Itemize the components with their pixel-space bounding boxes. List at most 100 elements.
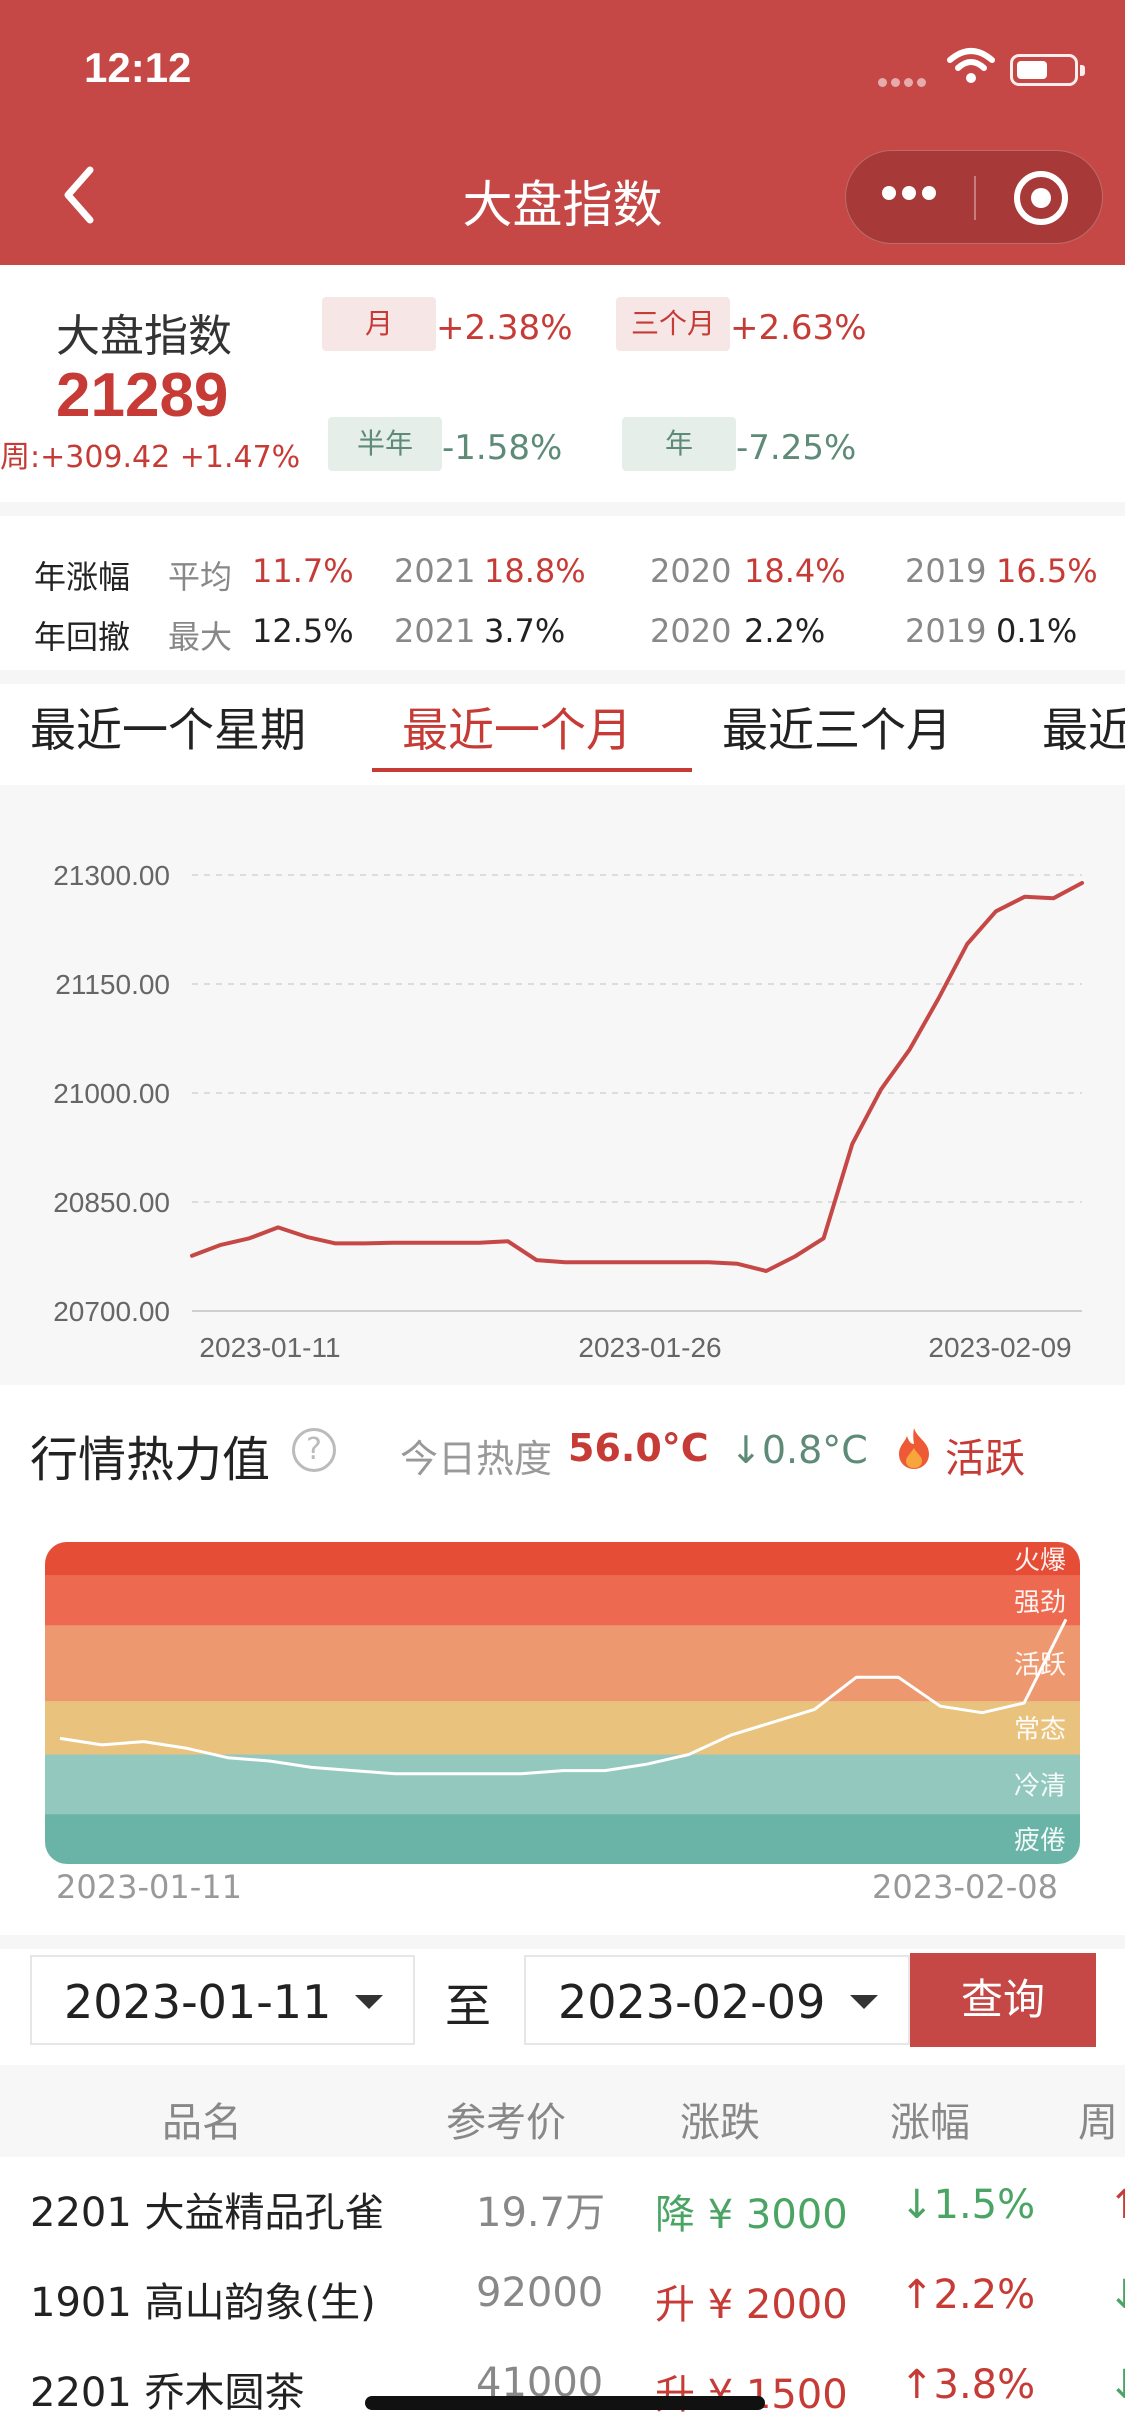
tab-three-months[interactable]: 最近三个月	[722, 694, 952, 760]
row-week: ↑	[1108, 2182, 1125, 2228]
stat-rise-key: 平均	[168, 558, 233, 596]
heat-title: 行情热力值	[30, 1432, 271, 1488]
index-value: 21289	[56, 361, 229, 430]
heat-today-label: 今日热度	[400, 1437, 553, 1481]
tab-more[interactable]: 最近	[1042, 694, 1125, 760]
heat-band	[45, 1575, 1080, 1626]
table-row[interactable]: 2201 乔木圆茶 41000 升 ¥ 1500 ↑3.8% ↓	[0, 2340, 1125, 2430]
row-change: 升 ¥ 1500	[655, 2372, 848, 2418]
caret-down-icon	[355, 1995, 383, 2009]
stat-rise-key: 2019	[905, 552, 987, 590]
tag-year: 年	[622, 417, 736, 471]
date-from-value: 2023-01-11	[64, 1975, 332, 2029]
divider	[0, 502, 1125, 516]
flame-icon	[899, 1428, 929, 1469]
close-target-icon[interactable]	[1014, 171, 1068, 225]
stat-drawdown-value: 12.5%	[252, 612, 354, 650]
y-tick-label: 21000.00	[53, 1078, 170, 1109]
stat-drawdown-key: 2021	[394, 612, 476, 650]
mini-program-capsule	[845, 150, 1103, 244]
stat-rise-key: 2020	[650, 552, 732, 590]
row-price: 92000	[476, 2270, 604, 2316]
tag-half-year: 半年	[328, 417, 442, 471]
row-change: 降 ¥ 3000	[655, 2192, 848, 2238]
heat-band	[45, 1814, 1080, 1864]
heat-band-label: 疲倦	[1014, 1826, 1066, 1856]
row-name: 2201 大益精品孔雀	[30, 2190, 385, 2236]
table-row[interactable]: 1901 高山韵象(生) 92000 升 ¥ 2000 ↑2.2% ↓	[0, 2250, 1125, 2340]
index-line-chart: 21300.00 21150.00 21000.00 20850.00 20700.00…	[53, 860, 1084, 1363]
heat-band	[45, 1625, 1080, 1702]
heat-band-chart: 火爆强劲活跃常态冷清疲倦	[45, 1542, 1080, 1864]
heat-band	[45, 1701, 1080, 1755]
home-indicator	[365, 2396, 765, 2410]
heat-band-label: 强劲	[1014, 1588, 1066, 1618]
date-from-select[interactable]: 2023-01-11	[30, 1955, 415, 2045]
to-label: 至	[445, 1979, 491, 2033]
row-change: 升 ¥ 2000	[655, 2282, 848, 2328]
date-to-select[interactable]: 2023-02-09	[524, 1955, 910, 2045]
heat-band-label: 活跃	[1014, 1651, 1066, 1681]
stat-rise-value: 18.4%	[744, 552, 846, 590]
heat-date-end: 2023-02-08	[872, 1868, 1058, 1906]
heat-change: ↓0.8°C	[730, 1428, 868, 1472]
pct-half-year: -1.58%	[442, 428, 563, 468]
table-header-name[interactable]: 品名	[162, 2090, 242, 2148]
wifi-icon	[947, 48, 995, 83]
y-tick-label: 21300.00	[53, 860, 170, 891]
row-pct: ↑3.8%	[900, 2362, 1036, 2408]
row-name: 1901 高山韵象(生)	[30, 2280, 376, 2326]
heat-status: 活跃	[945, 1436, 1025, 1482]
stat-drawdown-key: 2020	[650, 612, 732, 650]
stat-drawdown-key: 2019	[905, 612, 987, 650]
stat-rise-value: 11.7%	[252, 552, 354, 590]
index-title: 大盘指数	[56, 311, 232, 362]
stat-rise-key: 2021	[394, 552, 476, 590]
table-header-pct[interactable]: 涨幅	[890, 2090, 970, 2148]
table-header-week[interactable]: 周	[1078, 2090, 1118, 2148]
x-tick-label: 2023-02-09	[928, 1332, 1071, 1363]
query-button[interactable]: 查询	[910, 1953, 1096, 2047]
heat-bands	[45, 1542, 1080, 1864]
heat-today-value: 56.0°C	[568, 1426, 709, 1470]
table-row[interactable]: 2201 大益精品孔雀 19.7万 降 ¥ 3000 ↓1.5% ↑	[0, 2160, 1125, 2250]
index-week-change: 周:+309.42 +1.47%	[0, 440, 301, 475]
heat-band-label: 常态	[1014, 1715, 1066, 1745]
stat-rise-label: 年涨幅	[34, 558, 131, 596]
x-tick-label: 2023-01-11	[199, 1332, 340, 1363]
pct-three-month: +2.63%	[730, 308, 867, 348]
stat-drawdown-value: 3.7%	[484, 612, 566, 650]
stat-rise-value: 16.5%	[996, 552, 1098, 590]
cellular-signal-icon	[878, 72, 932, 87]
stat-drawdown-value: 0.1%	[996, 612, 1078, 650]
divider	[0, 1935, 1125, 1949]
caret-down-icon	[850, 1995, 878, 2009]
row-name: 2201 乔木圆茶	[30, 2370, 305, 2416]
tab-one-month[interactable]: 最近一个月	[402, 694, 632, 760]
status-time: 12:12	[84, 44, 192, 91]
heat-band-label: 冷清	[1014, 1771, 1066, 1801]
x-tick-label: 2023-01-26	[578, 1332, 721, 1363]
tab-one-week[interactable]: 最近一个星期	[30, 694, 306, 760]
date-to-value: 2023-02-09	[558, 1975, 826, 2029]
stat-drawdown-label: 年回撤	[34, 618, 131, 656]
heat-date-start: 2023-01-11	[56, 1868, 242, 1906]
stat-drawdown-value: 2.2%	[744, 612, 826, 650]
heat-band	[45, 1754, 1080, 1815]
row-week: ↓	[1108, 2272, 1125, 2318]
row-week: ↓	[1108, 2362, 1125, 2408]
tag-month: 月	[322, 297, 436, 351]
more-icon[interactable]	[882, 185, 946, 211]
help-icon[interactable]: ?	[292, 1428, 336, 1472]
stat-rise-value: 18.8%	[484, 552, 586, 590]
row-pct: ↑2.2%	[900, 2272, 1036, 2318]
table-header-change[interactable]: 涨跌	[680, 2090, 760, 2148]
divider	[0, 670, 1125, 684]
stat-drawdown-key: 最大	[168, 618, 233, 656]
y-tick-label: 21150.00	[55, 969, 170, 1000]
y-tick-label: 20700.00	[53, 1296, 170, 1327]
battery-icon	[1010, 54, 1085, 86]
series-line	[190, 881, 1084, 1273]
table-header-price[interactable]: 参考价	[446, 2090, 566, 2148]
row-pct: ↓1.5%	[900, 2182, 1036, 2228]
